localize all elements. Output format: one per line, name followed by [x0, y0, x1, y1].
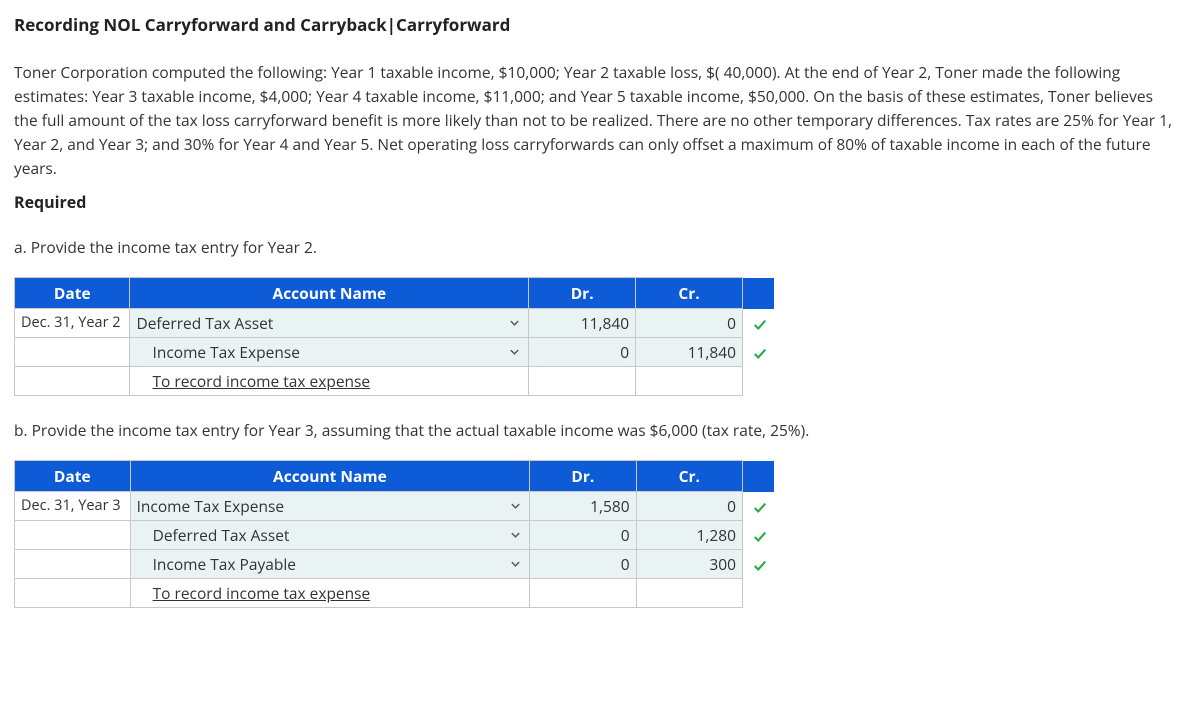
- cr-input[interactable]: 11,840: [636, 338, 743, 367]
- account-dropdown[interactable]: Income Tax Expense: [130, 492, 530, 521]
- problem-text: Toner Corporation computed the following…: [14, 60, 1177, 180]
- journal-table-a: Date Account Name Dr. Cr. Dec. 31, Year …: [14, 277, 774, 396]
- col-account: Account Name: [130, 278, 529, 309]
- col-date: Date: [15, 278, 130, 309]
- table-row: To record income tax expense: [15, 579, 774, 608]
- check-icon: [753, 347, 767, 361]
- table-row: Income Tax Expense 0 11,840: [15, 338, 774, 367]
- account-dropdown[interactable]: Income Tax Expense: [130, 338, 529, 367]
- chevron-down-icon: [510, 530, 521, 541]
- dr-input[interactable]: 0: [529, 338, 636, 367]
- account-value: Income Tax Expense: [137, 495, 284, 517]
- cr-input[interactable]: 300: [636, 550, 742, 579]
- dr-cell-blank: [529, 367, 636, 396]
- table-row: To record income tax expense: [15, 367, 774, 396]
- required-heading: Required: [14, 190, 1177, 215]
- account-dropdown[interactable]: Deferred Tax Asset: [130, 521, 530, 550]
- table-row: Dec. 31, Year 2 Deferred Tax Asset 11,84…: [15, 309, 774, 338]
- table-row: Deferred Tax Asset 0 1,280: [15, 521, 774, 550]
- check-icon: [753, 318, 767, 332]
- account-value: Income Tax Expense: [152, 341, 299, 363]
- cr-input[interactable]: 0: [636, 492, 742, 521]
- date-cell: [15, 550, 131, 579]
- part-a-label: a. Provide the income tax entry for Year…: [14, 235, 1177, 259]
- date-cell: Dec. 31, Year 2: [15, 309, 130, 338]
- col-dr: Dr.: [529, 278, 636, 309]
- dr-input[interactable]: 1,580: [530, 492, 636, 521]
- dr-input[interactable]: 0: [530, 521, 636, 550]
- cr-cell-blank: [636, 579, 742, 608]
- date-cell: [15, 579, 131, 608]
- chevron-down-icon: [509, 347, 520, 358]
- table-row: Income Tax Payable 0 300: [15, 550, 774, 579]
- table-row: Dec. 31, Year 3 Income Tax Expense 1,580…: [15, 492, 774, 521]
- chevron-down-icon: [510, 559, 521, 570]
- date-cell: Dec. 31, Year 3: [15, 492, 131, 521]
- col-cr: Cr.: [636, 278, 743, 309]
- chevron-down-icon: [509, 318, 520, 329]
- dr-cell-blank: [530, 579, 636, 608]
- dr-input[interactable]: 11,840: [529, 309, 636, 338]
- account-value: Deferred Tax Asset: [153, 524, 290, 546]
- check-icon: [753, 530, 767, 544]
- account-dropdown[interactable]: Income Tax Payable: [130, 550, 530, 579]
- date-cell: [15, 521, 131, 550]
- cr-input[interactable]: 0: [636, 309, 743, 338]
- cr-input[interactable]: 1,280: [636, 521, 742, 550]
- col-cr: Cr.: [636, 461, 742, 492]
- journal-table-b: Date Account Name Dr. Cr. Dec. 31, Year …: [14, 460, 774, 608]
- account-value: Deferred Tax Asset: [136, 312, 273, 334]
- check-icon: [753, 559, 767, 573]
- chevron-down-icon: [510, 501, 521, 512]
- page-title: Recording NOL Carryforward and Carryback…: [14, 12, 1177, 38]
- dr-input[interactable]: 0: [530, 550, 636, 579]
- date-cell: [15, 338, 130, 367]
- memo-cell: To record income tax expense: [130, 367, 529, 396]
- cr-cell-blank: [636, 367, 743, 396]
- col-dr: Dr.: [530, 461, 636, 492]
- memo-cell: To record income tax expense: [130, 579, 530, 608]
- date-cell: [15, 367, 130, 396]
- part-b-label: b. Provide the income tax entry for Year…: [14, 418, 1177, 442]
- account-value: Income Tax Payable: [153, 553, 296, 575]
- col-account: Account Name: [130, 461, 530, 492]
- col-date: Date: [15, 461, 131, 492]
- check-icon: [753, 501, 767, 515]
- account-dropdown[interactable]: Deferred Tax Asset: [130, 309, 529, 338]
